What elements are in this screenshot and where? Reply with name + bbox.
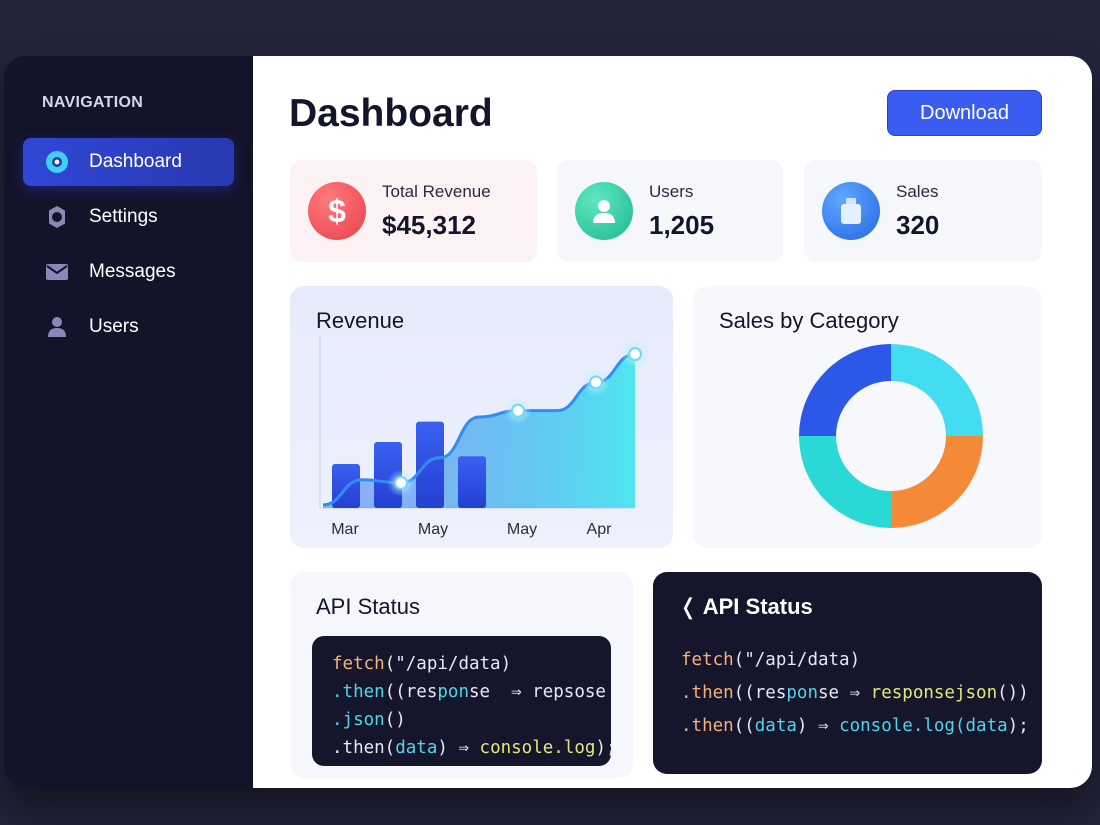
donut-slice <box>891 344 983 436</box>
sidebar-item-label: Dashboard <box>89 151 182 172</box>
api-status-title: API Status <box>316 594 420 619</box>
code-lines: fetch("/api/data) .then((response ⇒ repso… <box>332 650 617 762</box>
nav-title: NAVIGATION <box>42 94 144 111</box>
donut-slice <box>799 436 891 528</box>
revenue-point <box>628 347 642 362</box>
code-line: .then((response ⇒ repsose <box>332 678 611 706</box>
svg-text:$: $ <box>328 194 346 228</box>
download-button[interactable]: Download <box>887 90 1042 136</box>
revenue-panel: Revenue Mar May May Apr <box>290 286 673 548</box>
dashboard-icon <box>45 150 69 174</box>
code-token: ); <box>595 738 617 758</box>
code-token: fetch <box>332 654 385 674</box>
revenue-point <box>511 403 525 418</box>
code-line: .then(data) ⇒ console.log); <box>332 734 617 762</box>
x-tick-label: May <box>507 521 537 538</box>
code-token: () <box>384 710 406 730</box>
code-line: .then((data) ⇒ console.log(data); <box>681 710 1029 743</box>
sidebar: NAVIGATION Dashboard Settings Messages U… <box>4 56 253 788</box>
sidebar-item-dashboard[interactable]: Dashboard <box>23 138 234 186</box>
revenue-bar <box>416 421 444 508</box>
stat-card-revenue: $ Total Revenue $45,312 <box>290 160 537 262</box>
code-token: data <box>754 716 797 736</box>
code-token: data <box>965 716 1008 736</box>
user-icon <box>575 182 633 240</box>
main-content: Dashboard Download $ Total Revenue $45,3… <box>253 56 1092 788</box>
sidebar-item-users[interactable]: Users <box>23 303 234 351</box>
stat-label: Total Revenue <box>382 181 491 201</box>
settings-icon <box>45 205 69 229</box>
app-window: NAVIGATION Dashboard Settings Messages U… <box>4 56 1092 788</box>
x-tick-label: Mar <box>331 521 359 538</box>
donut-slice <box>891 436 983 528</box>
dollar-icon: $ <box>308 182 366 240</box>
code-token: ((res <box>384 682 438 702</box>
user-icon <box>45 315 69 339</box>
stat-card-users: Users 1,205 <box>557 160 783 262</box>
code-token: se ⇒ <box>817 683 871 703</box>
x-tick-label: May <box>418 521 448 538</box>
revenue-chart: Mar May May Apr <box>319 336 649 538</box>
code-token: ) ⇒ <box>437 738 480 758</box>
stat-label: Sales <box>896 181 939 201</box>
code-token: console.log <box>479 738 596 758</box>
code-token: (( <box>733 716 755 736</box>
code-token: .then <box>681 683 734 703</box>
code-token: fetch <box>681 650 734 670</box>
page-title: Dashboard <box>289 92 493 135</box>
api-status-dark-title: ❬ API Status <box>679 594 813 619</box>
code-token: ("/api/data) <box>384 654 512 674</box>
code-token: ("/api/data) <box>733 650 861 670</box>
mail-icon <box>45 260 69 284</box>
stat-value: 320 <box>896 209 940 240</box>
sidebar-item-label: Settings <box>89 206 158 227</box>
revenue-bar <box>458 456 486 508</box>
sidebar-item-label: Users <box>89 316 139 337</box>
api-status-dark-panel: ❬ API Status fetch("/api/data) .then((res… <box>653 572 1042 774</box>
code-token: ); <box>1007 716 1029 736</box>
code-line: fetch("/api/data) <box>332 650 611 678</box>
code-token: .json <box>332 710 385 730</box>
code-token: ) ⇒ <box>796 716 840 736</box>
stat-value: 1,205 <box>649 209 715 240</box>
code-line: fetch("/api/data) <box>681 644 1029 677</box>
code-block: fetch("/api/data) .then((response ⇒ repso… <box>312 636 617 766</box>
sidebar-item-label: Messages <box>89 261 176 282</box>
code-token: ()) <box>997 683 1029 703</box>
stat-value: $45,312 <box>382 209 476 240</box>
revenue-point <box>394 475 408 490</box>
code-token: .then( <box>332 738 396 758</box>
category-chart <box>799 344 983 528</box>
code-token: responsejson <box>870 683 998 703</box>
code-token: data <box>395 738 438 758</box>
bag-icon <box>822 182 880 240</box>
code-lines: fetch("/api/data) .then((response ⇒ respo… <box>681 644 1029 743</box>
code-line: .then((response ⇒ responsejson()) <box>681 677 1029 710</box>
code-block-dark: fetch("/api/data) .then((response ⇒ respo… <box>681 644 1029 743</box>
code-token: .then <box>332 682 385 702</box>
code-token: pon <box>437 682 469 702</box>
api-status-panel: API Status fetch("/api/data) .then((respo… <box>290 572 633 778</box>
sidebar-item-messages[interactable]: Messages <box>23 248 234 296</box>
x-tick-label: Apr <box>587 521 613 538</box>
donut-slice <box>799 344 891 436</box>
code-token: se ⇒ repsose <box>468 682 606 702</box>
code-token: .then <box>681 716 734 736</box>
code-token: ((res <box>733 683 787 703</box>
code-token: pon <box>786 683 818 703</box>
category-panel: Sales by Category <box>693 286 1042 548</box>
code-line: .json() <box>332 706 611 734</box>
stat-card-sales: Sales 320 <box>804 160 1042 262</box>
revenue-point <box>589 375 603 390</box>
code-token: console.log( <box>839 716 966 736</box>
sidebar-item-settings[interactable]: Settings <box>23 193 234 241</box>
stat-label: Users <box>649 181 694 201</box>
